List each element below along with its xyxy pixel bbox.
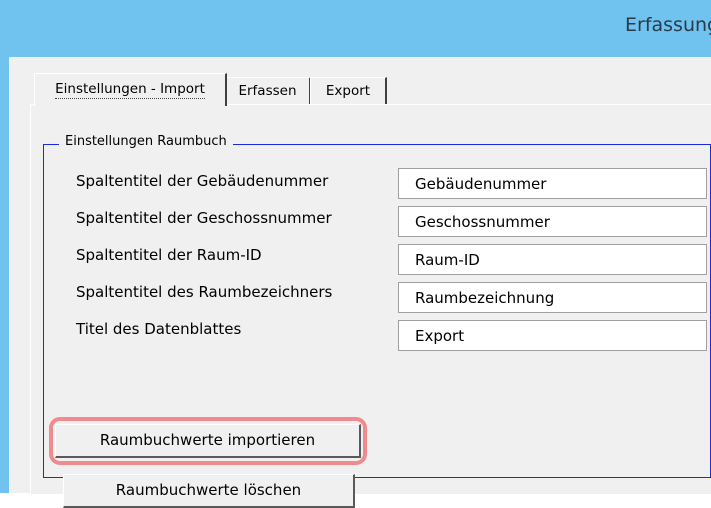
raum-id-field[interactable]: Raum-ID [398,244,707,275]
gebaeudenummer-field[interactable]: Gebäudenummer [398,168,707,199]
tab-panel: Einstellungen Raumbuch Spaltentitel der … [30,104,711,508]
datenblatt-titel-field[interactable]: Export [398,320,707,351]
import-button[interactable]: Raumbuchwerte importieren [55,424,361,458]
label-datenblatt-titel: Titel des Datenblattes [76,320,242,338]
tab-erfassen[interactable]: Erfassen [225,77,311,104]
userform-window: Erfassung Einstellungen - Import Erfasse… [0,0,711,508]
settings-frame-caption: Einstellungen Raumbuch [59,134,233,149]
window-title: Erfassung [625,14,711,36]
delete-button[interactable]: Raumbuchwerte löschen [63,474,355,508]
raumbezeichner-field[interactable]: Raumbezeichnung [398,282,707,313]
form-client-area: Einstellungen - Import Erfassen Export E… [9,57,711,508]
title-bar[interactable]: Erfassung [0,0,711,57]
label-raum-id: Spaltentitel der Raum-ID [76,246,262,264]
geschossnummer-field[interactable]: Geschossnummer [398,206,707,237]
tab-einstellungen-import[interactable]: Einstellungen - Import [34,73,227,106]
tab-export[interactable]: Export [310,77,387,104]
label-raumbezeichner: Spaltentitel des Raumbezeichners [76,283,333,301]
tab-erfassen-label: Erfassen [238,83,297,99]
label-gebaeudenummer: Spaltentitel der Gebäudenummer [76,172,329,190]
label-geschossnummer: Spaltentitel der Geschossnummer [76,209,332,227]
tab-export-label: Export [325,83,371,99]
tab-einstellungen-import-label: Einstellungen - Import [55,81,205,99]
